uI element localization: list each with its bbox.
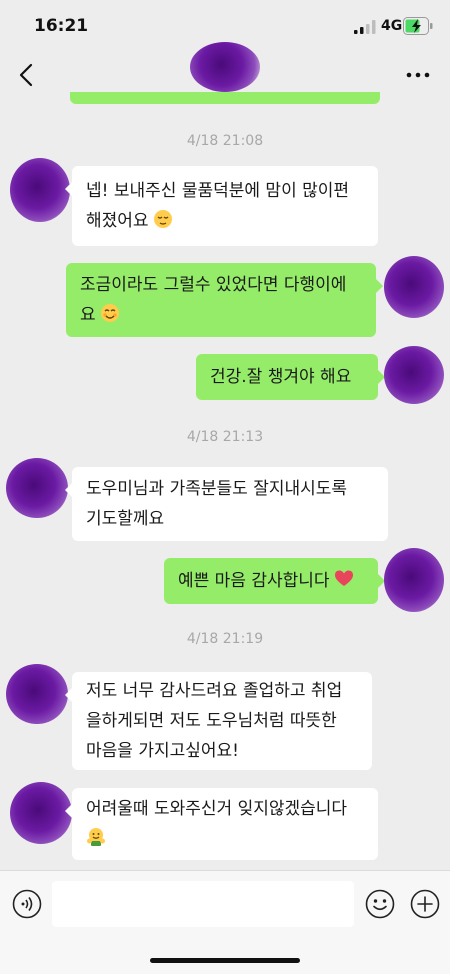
- avatar[interactable]: [6, 664, 68, 724]
- previous-message-bubble: [70, 92, 380, 104]
- message-timestamp: 4/18 21:19: [186, 631, 264, 647]
- home-indicator[interactable]: [150, 958, 300, 963]
- status-time: 16:21: [34, 16, 89, 36]
- smiling-face-emoji: [100, 304, 119, 322]
- message-line: 요: [80, 305, 96, 325]
- add-attachment-button[interactable]: [410, 889, 440, 919]
- more-options-button[interactable]: [400, 58, 436, 92]
- message-line: 조금이라도 그럴수 있었다면 다행이에: [80, 275, 347, 295]
- avatar[interactable]: [384, 548, 444, 612]
- signal-icon: [354, 20, 376, 34]
- network-type: 4G: [381, 18, 403, 34]
- avatar[interactable]: [6, 458, 68, 518]
- avatar[interactable]: [384, 256, 444, 318]
- incoming-message-bubble[interactable]: 도우미님과 가족분들도 잘지내시도록 기도할께요: [65, 467, 388, 541]
- voice-input-button[interactable]: [12, 889, 42, 919]
- message-line: 도우미님과 가족분들도 잘지내시도록: [86, 479, 348, 499]
- outgoing-message-bubble[interactable]: 예쁜 마음 감사합니다: [164, 558, 385, 604]
- message-line: 어려울때 도와주신거 잊지않겠습니다: [86, 799, 348, 819]
- message-line: 해졌어요: [86, 211, 149, 231]
- message-input[interactable]: [52, 881, 354, 927]
- incoming-message-bubble[interactable]: 저도 너무 감사드려요 졸업하고 취업 을하게되면 저도 도우님처럼 따뜻한 마…: [65, 672, 372, 770]
- message-line: 기도할께요: [86, 509, 165, 529]
- message-line: 예쁜 마음 감사합니다: [178, 571, 330, 591]
- message-line: 마음을 가지고싶어요!: [86, 741, 239, 761]
- back-button[interactable]: [10, 56, 42, 94]
- hugging-face-emoji: [87, 828, 105, 846]
- incoming-message-bubble[interactable]: 어려울때 도와주신거 잊지않겠습니다: [65, 788, 378, 860]
- heart-emoji: [334, 570, 353, 586]
- incoming-message-bubble[interactable]: 넵! 보내주신 물품덕분에 맘이 많이편 해졌어요: [65, 166, 378, 246]
- contact-name-redaction: [190, 42, 260, 92]
- message-line: 건강.잘 챙겨야 해요: [210, 367, 352, 387]
- emoji-picker-button[interactable]: [365, 889, 395, 919]
- message-timestamp: 4/18 21:08: [186, 133, 264, 149]
- relieved-face-emoji: [153, 210, 172, 228]
- avatar[interactable]: [10, 158, 70, 222]
- avatar[interactable]: [10, 782, 72, 844]
- message-timestamp: 4/18 21:13: [186, 429, 264, 445]
- message-line: 넵! 보내주신 물품덕분에 맘이 많이편: [86, 181, 350, 201]
- message-line: 을하게되면 저도 도우님처럼 따뜻한: [86, 711, 337, 731]
- outgoing-message-bubble[interactable]: 조금이라도 그럴수 있었다면 다행이에 요: [66, 263, 383, 337]
- chevron-left-icon: [19, 63, 33, 87]
- outgoing-message-bubble[interactable]: 건강.잘 챙겨야 해요: [196, 354, 385, 400]
- avatar[interactable]: [384, 346, 444, 404]
- battery-charging-icon: [403, 17, 433, 35]
- more-dots-icon: [406, 72, 430, 78]
- message-line: 저도 너무 감사드려요 졸업하고 취업: [86, 681, 343, 701]
